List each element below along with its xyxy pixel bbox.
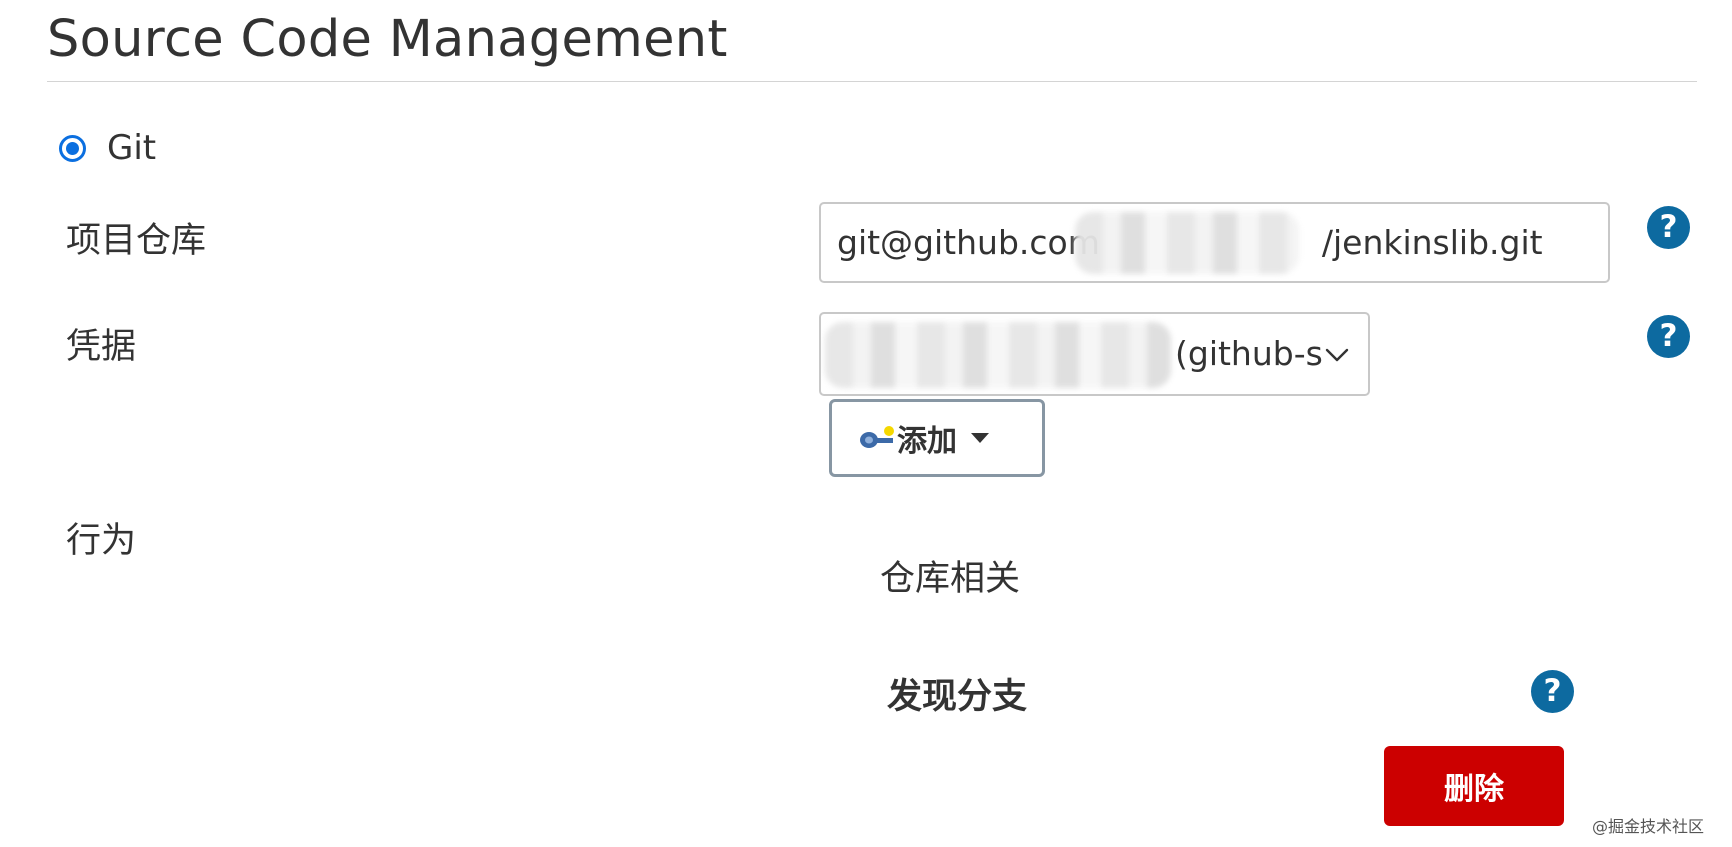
discover-branches-help-icon[interactable]: ? <box>1531 670 1574 713</box>
redacted-credential-name <box>825 322 1171 388</box>
repository-url-end: /jenkinslib.git <box>1321 223 1543 262</box>
git-radio-button[interactable] <box>59 134 86 162</box>
repository-url-label: 项目仓库 <box>66 221 207 261</box>
add-credentials-button[interactable]: 添加 <box>829 399 1045 477</box>
delete-behavior-button[interactable]: 删除 <box>1384 746 1564 826</box>
section-divider <box>47 81 1697 82</box>
section-title: Source Code Management <box>47 10 728 69</box>
key-icon <box>860 426 894 448</box>
chevron-down-icon <box>1325 348 1349 362</box>
add-credentials-label: 添加 <box>897 424 957 459</box>
behaviors-group-heading: 仓库相关 <box>880 559 1021 599</box>
scm-option-git[interactable]: Git <box>59 128 156 168</box>
watermark: @掘金技术社区 <box>1592 817 1705 836</box>
repository-help-icon[interactable]: ? <box>1647 206 1690 249</box>
repository-url-start: git@github.com <box>837 223 1100 262</box>
redacted-repository-path <box>1075 212 1299 274</box>
credentials-select[interactable]: (github-s <box>819 312 1370 396</box>
credentials-label: 凭据 <box>66 327 137 367</box>
credentials-help-icon[interactable]: ? <box>1647 315 1690 358</box>
caret-down-icon <box>971 433 989 443</box>
discover-branches-title: 发现分支 <box>887 677 1028 717</box>
git-radio-label: Git <box>107 128 157 168</box>
credentials-selected-value: (github-s <box>1175 334 1323 373</box>
behaviors-label: 行为 <box>66 521 137 561</box>
